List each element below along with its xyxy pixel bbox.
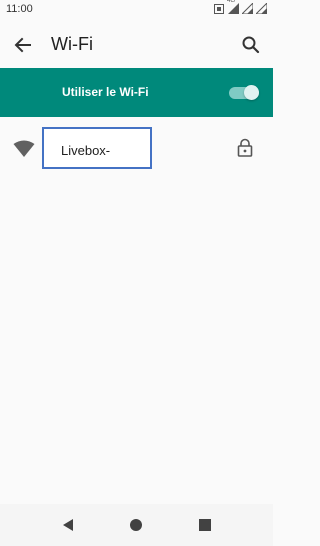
- nav-back-icon[interactable]: [58, 515, 78, 535]
- app-bar: Wi-Fi: [0, 20, 273, 68]
- page-title: Wi-Fi: [51, 34, 93, 54]
- signal-icon-2: [254, 1, 268, 19]
- arrow-back-icon[interactable]: [13, 35, 33, 55]
- search-icon[interactable]: [241, 35, 261, 55]
- network-name: Livebox-: [61, 143, 111, 158]
- wifi-master-switch-bar[interactable]: Utiliser le Wi-Fi: [0, 68, 273, 117]
- navigation-bar: [0, 504, 273, 546]
- toggle-thumb: [244, 85, 259, 100]
- sim-icon: [214, 1, 224, 19]
- wifi-master-switch-label: Utiliser le Wi-Fi: [62, 85, 149, 99]
- status-bar: 11:00 4G: [0, 0, 273, 20]
- signal-icon: [240, 1, 254, 19]
- nav-home-icon[interactable]: [126, 515, 146, 535]
- signal-4g-icon: 4G: [227, 0, 239, 19]
- wifi-toggle[interactable]: [229, 85, 259, 100]
- signal-4g-label: 4G: [227, 0, 236, 4]
- status-icons: 4G: [214, 0, 268, 19]
- lock-icon: [237, 138, 253, 158]
- wifi-icon: [13, 140, 35, 158]
- network-list-item[interactable]: Livebox-: [0, 120, 273, 176]
- network-name-box: Livebox-: [42, 127, 152, 169]
- nav-recents-icon[interactable]: [195, 515, 215, 535]
- status-time: 11:00: [6, 3, 33, 15]
